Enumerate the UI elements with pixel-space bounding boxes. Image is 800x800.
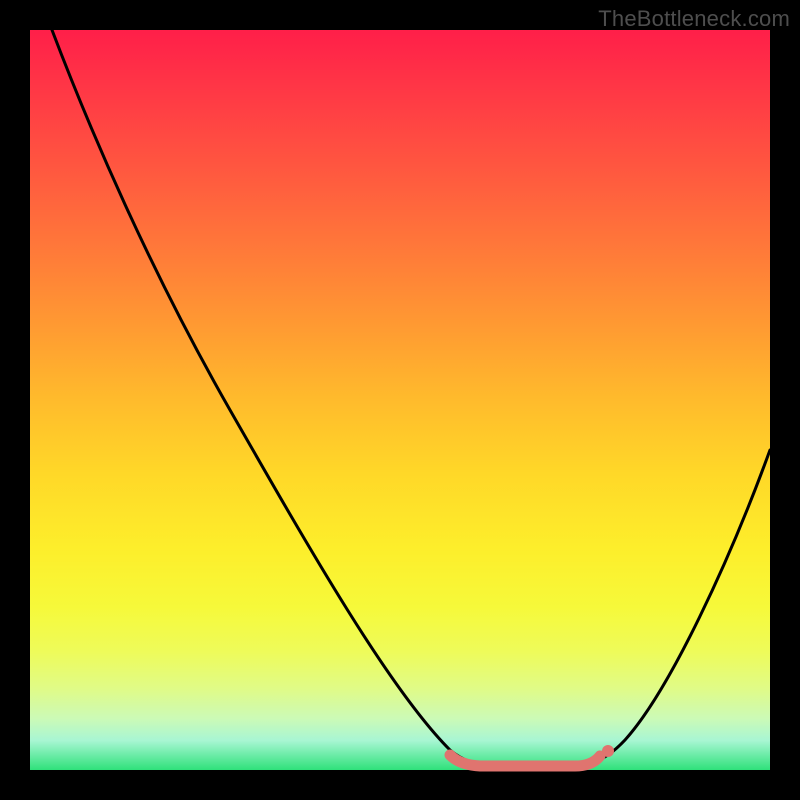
chart-frame: TheBottleneck.com: [0, 0, 800, 800]
watermark-text: TheBottleneck.com: [598, 6, 790, 32]
bottleneck-curve-svg: [30, 30, 770, 770]
bottleneck-curve-path: [52, 30, 770, 765]
green-band-end-dot: [602, 745, 614, 757]
green-band-overlay: [450, 755, 600, 766]
chart-plot-area: [30, 30, 770, 770]
